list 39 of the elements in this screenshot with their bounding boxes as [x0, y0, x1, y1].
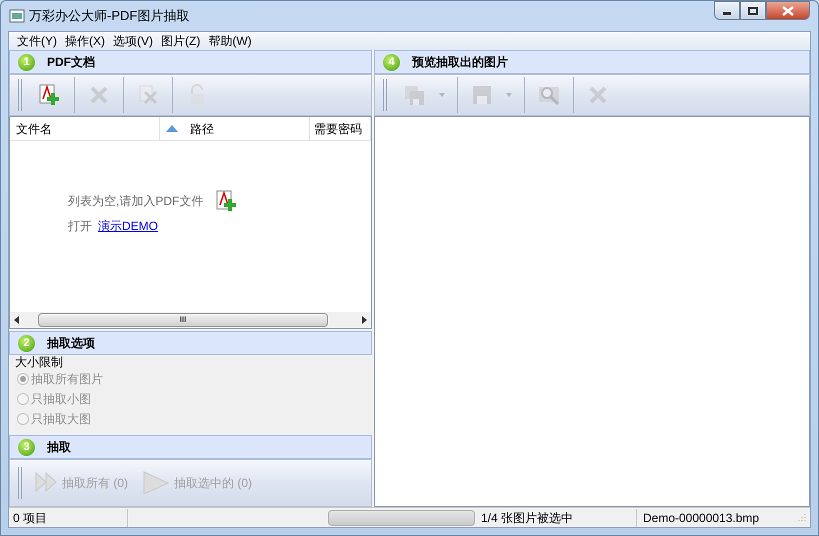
- step-number-badge: 3: [18, 438, 35, 456]
- status-text: 0 项目: [9, 508, 128, 526]
- minimize-icon: [723, 12, 731, 15]
- status-text: Demo-00000013.bmp: [642, 510, 760, 526]
- panel-title: 预览抽取出的图片: [412, 54, 508, 71]
- maximize-button[interactable]: [740, 1, 766, 20]
- group-label: 大小限制: [14, 355, 64, 369]
- column-label: 路径: [190, 120, 214, 138]
- app-icon: [9, 8, 25, 24]
- resize-grip-icon: [796, 512, 806, 522]
- open-label: 打开: [68, 218, 92, 235]
- menu-item[interactable]: 选项(V): [109, 32, 157, 50]
- step-number-badge: 1: [18, 54, 35, 70]
- demo-link[interactable]: 演示DEMO: [98, 217, 158, 235]
- maximize-icon: [748, 6, 758, 14]
- window-title: 万彩办公大师-PDF图片抽取: [29, 7, 190, 26]
- column-header[interactable]: 文件名: [10, 117, 160, 140]
- menu-item[interactable]: 图片(Z): [157, 32, 204, 50]
- panel-title: 抽取: [47, 439, 71, 456]
- column-header[interactable]: 需要密码: [310, 117, 371, 140]
- column-header[interactable]: 路径: [160, 117, 310, 140]
- floppy-disks-icon: [403, 83, 427, 107]
- minimize-button[interactable]: [714, 1, 740, 20]
- panel-title: PDF文档: [47, 54, 95, 71]
- dropdown-caret-icon: [439, 93, 445, 97]
- pdf-add-icon: [38, 83, 62, 107]
- empty-list-message: 列表为空,请加入PDF文件: [68, 193, 204, 210]
- menu-item[interactable]: 帮助(W): [204, 32, 256, 50]
- scrollbar-thumb[interactable]: III: [38, 313, 328, 327]
- panel-title: 抽取选项: [47, 335, 95, 352]
- menu-item[interactable]: 文件(Y): [13, 32, 61, 50]
- status-text: 1/4 张图片被选中: [475, 508, 637, 526]
- dropdown-caret-icon: [506, 93, 512, 97]
- step-number-badge: 4: [383, 54, 400, 70]
- menu-item[interactable]: 操作(X): [61, 32, 109, 50]
- close-button[interactable]: [766, 1, 810, 20]
- sort-arrow-icon: [166, 125, 178, 132]
- step-number-badge: 2: [18, 334, 35, 352]
- close-icon: [782, 6, 794, 16]
